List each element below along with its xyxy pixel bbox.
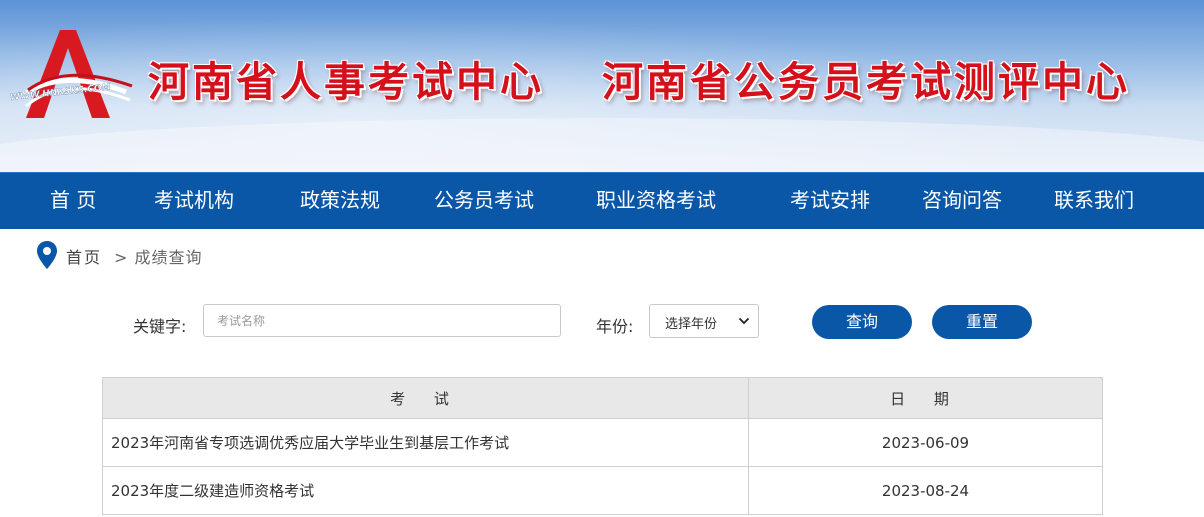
year-label: 年份: xyxy=(596,317,634,336)
breadcrumb-home-link[interactable]: 首页 xyxy=(66,244,102,268)
site-title-right: 河南省公务员考试测评中心 xyxy=(602,58,1130,106)
nav-item-exam-agency[interactable]: 考试机构 xyxy=(154,172,234,229)
query-button[interactable]: 查询 xyxy=(812,305,912,339)
table-row: 2023年河南省专项选调优秀应届大学毕业生到基层工作考试 2023-06-09 xyxy=(102,418,1103,467)
nav-item-civil-service-exam[interactable]: 公务员考试 xyxy=(434,172,534,229)
year-select[interactable]: 选择年份 xyxy=(649,304,759,338)
reset-button[interactable]: 重置 xyxy=(932,305,1032,339)
results-table: 考 试 日 期 2023年河南省专项选调优秀应届大学毕业生到基层工作考试 202… xyxy=(102,377,1103,515)
header-banner: WWW.HNRSKS.COM 河南省人事考试中心 河南省公务员考试测评中心 xyxy=(0,0,1204,172)
column-header-date: 日 期 xyxy=(748,377,1103,419)
exam-name-link[interactable]: 2023年河南省专项选调优秀应届大学毕业生到基层工作考试 xyxy=(102,418,749,467)
keyword-label: 关键字: xyxy=(133,317,187,336)
breadcrumb-current: > 成绩查询 xyxy=(114,248,203,267)
nav-item-contact[interactable]: 联系我们 xyxy=(1054,172,1134,229)
nav-item-exam-schedule[interactable]: 考试安排 xyxy=(790,172,870,229)
exam-name-link[interactable]: 2023年度二级建造师资格考试 xyxy=(102,466,749,515)
logo-icon: WWW.HNRSKS.COM xyxy=(9,30,133,118)
nav-item-professional-qualification[interactable]: 职业资格考试 xyxy=(596,172,716,229)
table-row: 2023年度二级建造师资格考试 2023-08-24 xyxy=(102,466,1103,515)
nav-item-policies[interactable]: 政策法规 xyxy=(300,172,380,229)
keyword-input[interactable] xyxy=(203,304,561,337)
nav-item-home[interactable]: 首 页 xyxy=(50,172,96,229)
table-header-row: 考 试 日 期 xyxy=(102,377,1103,419)
exam-date: 2023-08-24 xyxy=(748,466,1103,515)
location-pin-icon xyxy=(37,241,57,269)
chevron-down-icon xyxy=(738,317,750,325)
year-select-value: 选择年份 xyxy=(665,317,718,332)
main-nav: 首 页 考试机构 政策法规 公务员考试 职业资格考试 考试安排 咨询问答 联系我… xyxy=(0,172,1204,229)
nav-item-faq[interactable]: 咨询问答 xyxy=(922,172,1002,229)
column-header-exam: 考 试 xyxy=(102,377,749,419)
site-title-left: 河南省人事考试中心 xyxy=(148,58,544,106)
exam-date: 2023-06-09 xyxy=(748,418,1103,467)
